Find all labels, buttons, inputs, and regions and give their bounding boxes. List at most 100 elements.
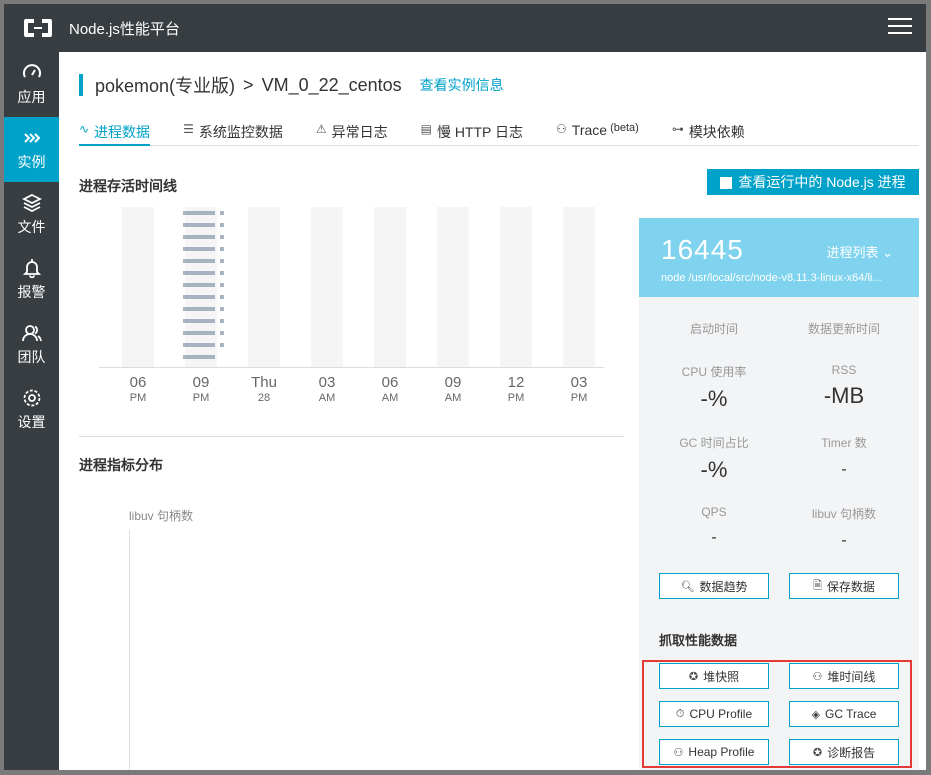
tab-system-monitor[interactable]: ☰ 系统监控数据 [183, 110, 283, 145]
hamburger-icon[interactable] [888, 18, 912, 36]
aliyun-logo-icon [24, 19, 52, 37]
trace-icon: ⚇ [556, 122, 567, 136]
tab-label: Trace [571, 122, 608, 138]
timeline-column [437, 207, 469, 367]
cpu-metric: CPU 使用率 -% [649, 363, 779, 412]
timeline-tick: 06 AM [381, 374, 399, 404]
search-icon: 🔍︎ [680, 580, 695, 593]
process-list-label: 进程列表 [826, 245, 879, 260]
timeline-tick: 12 PM [507, 374, 525, 404]
top-bar: Node.js性能平台 [4, 4, 926, 52]
gauge-icon [22, 63, 41, 77]
tab-label: 慢 HTTP 日志 [436, 124, 524, 140]
libuv-chart-axis [129, 530, 130, 770]
sidebar-item-label: 文件 [17, 218, 46, 235]
view-running-processes-button[interactable]: 查看运行中的 Node.js 进程 [707, 169, 919, 195]
section-divider [79, 436, 624, 437]
timer-metric: Timer 数 - [779, 434, 909, 479]
save-data-button[interactable]: 🗎︎ 保存数据 [789, 573, 899, 599]
file-icon: 🗎︎ [813, 579, 822, 592]
users-icon [21, 324, 42, 341]
libuv-value: - [841, 532, 847, 549]
sidebar-item-instances[interactable]: 实例 [4, 117, 59, 182]
rss-value: -MB [823, 383, 865, 408]
breadcrumb: pokemon(专业版) > VM_0_22_centos 查看实例信息 [79, 74, 504, 96]
timeline-tick: 09 PM [192, 374, 210, 404]
breadcrumb-instance: VM_0_22_centos [261, 74, 402, 95]
timer-value: - [841, 461, 847, 478]
tab-label: 系统监控数据 [198, 124, 283, 140]
sidebar-item-label: 实例 [17, 153, 46, 170]
server-icon: ☰ [183, 122, 194, 136]
tab-error-log[interactable]: ⚠ 异常日志 [316, 110, 388, 145]
gc-metric: GC 时间占比 -% [649, 434, 779, 483]
data-trend-button[interactable]: 🔍︎ 数据趋势 [659, 573, 769, 599]
chevrons-right-icon [23, 132, 40, 143]
qps-metric: QPS - [649, 505, 779, 547]
process-lifetime-bars [183, 211, 224, 359]
process-header: 16445 进程列表 ⌄ node /usr/local/src/node-v8… [639, 218, 919, 297]
process-pid: 16445 [661, 234, 744, 265]
timeline-tick: 06 PM [129, 374, 147, 404]
qps-label: QPS [701, 505, 727, 519]
tab-label: 异常日志 [331, 124, 388, 140]
timeline-column [122, 207, 154, 367]
tab-bar: ∿ 进程数据 ☰ 系统监控数据 ⚠ 异常日志 ▤ 慢 HTTP 日志 ⚇ Tra… [79, 110, 919, 146]
gear-icon [23, 389, 40, 406]
timeline-column [374, 207, 406, 367]
sidebar-item-settings[interactable]: 设置 [4, 377, 59, 442]
sidebar-item-team[interactable]: 团队 [4, 312, 59, 377]
sidebar-item-label: 团队 [17, 348, 46, 365]
breadcrumb-separator: > [243, 74, 254, 95]
update-time-label: 数据更新时间 [807, 322, 880, 336]
warning-icon: ⚠ [315, 122, 327, 136]
square-icon [720, 177, 733, 189]
clipboard-icon: ▤ [420, 122, 432, 136]
metrics-section-title: 进程指标分布 [79, 457, 163, 473]
highlight-box [642, 660, 912, 768]
save-data-label: 保存数据 [826, 579, 875, 594]
process-timeline [99, 207, 604, 367]
sidebar-item-alerts[interactable]: 报警 [4, 247, 59, 312]
timeline-tick: Thu 28 [251, 374, 277, 404]
breadcrumb-app[interactable]: pokemon(专业版) [95, 72, 235, 98]
process-command: node /usr/local/src/node-v8.11.3-linux-x… [661, 272, 882, 284]
view-instance-info-link[interactable]: 查看实例信息 [420, 75, 504, 95]
tab-module-deps[interactable]: ⊶ 模块依赖 [672, 110, 745, 145]
tab-beta-label: (beta) [610, 122, 639, 134]
cpu-value: -% [700, 386, 728, 411]
app-window: Node.js性能平台 应用 实例 文件 报警 团队 设置 pokemon(专业… [4, 4, 926, 770]
sidebar-item-files[interactable]: 文件 [4, 182, 59, 247]
timeline-column [563, 207, 595, 367]
libuv-chart-label: libuv 句柄数 [129, 509, 194, 523]
gc-label: GC 时间占比 [679, 436, 749, 450]
tab-label: 模块依赖 [688, 124, 745, 140]
timeline-tick: 09 AM [444, 374, 462, 404]
rss-label: RSS [831, 363, 857, 377]
data-trend-label: 数据趋势 [699, 579, 748, 594]
sidebar: 应用 实例 文件 报警 团队 设置 [4, 52, 59, 770]
tab-process-data[interactable]: ∿ 进程数据 [79, 110, 151, 146]
sidebar-item-label: 设置 [17, 413, 46, 430]
grab-perf-title: 抓取性能数据 [659, 633, 738, 648]
gc-value: -% [700, 457, 728, 482]
timeline-column [248, 207, 280, 367]
qps-value: - [711, 529, 717, 546]
chevron-down-icon: ⌄ [882, 245, 893, 260]
libuv-label: libuv 句柄数 [811, 507, 876, 521]
bell-icon [22, 258, 41, 278]
timeline-title: 进程存活时间线 [79, 178, 177, 194]
tab-slow-http-log[interactable]: ▤ 慢 HTTP 日志 [421, 110, 523, 145]
process-list-dropdown[interactable]: 进程列表 ⌄ [826, 242, 893, 261]
libuv-metric: libuv 句柄数 - [779, 505, 909, 550]
cpu-label: CPU 使用率 [681, 365, 747, 379]
sitemap-icon: ⊶ [671, 122, 684, 136]
start-time-label: 启动时间 [689, 322, 738, 336]
timeline-tick: 03 PM [570, 374, 588, 404]
main-content: pokemon(专业版) > VM_0_22_centos 查看实例信息 ∿ 进… [59, 52, 926, 770]
tab-trace[interactable]: ⚇ Trace (beta) [556, 110, 639, 145]
sidebar-item-apps[interactable]: 应用 [4, 52, 59, 117]
sidebar-item-label: 应用 [17, 88, 46, 105]
timer-label: Timer 数 [821, 436, 867, 450]
timeline-axis [99, 367, 604, 368]
